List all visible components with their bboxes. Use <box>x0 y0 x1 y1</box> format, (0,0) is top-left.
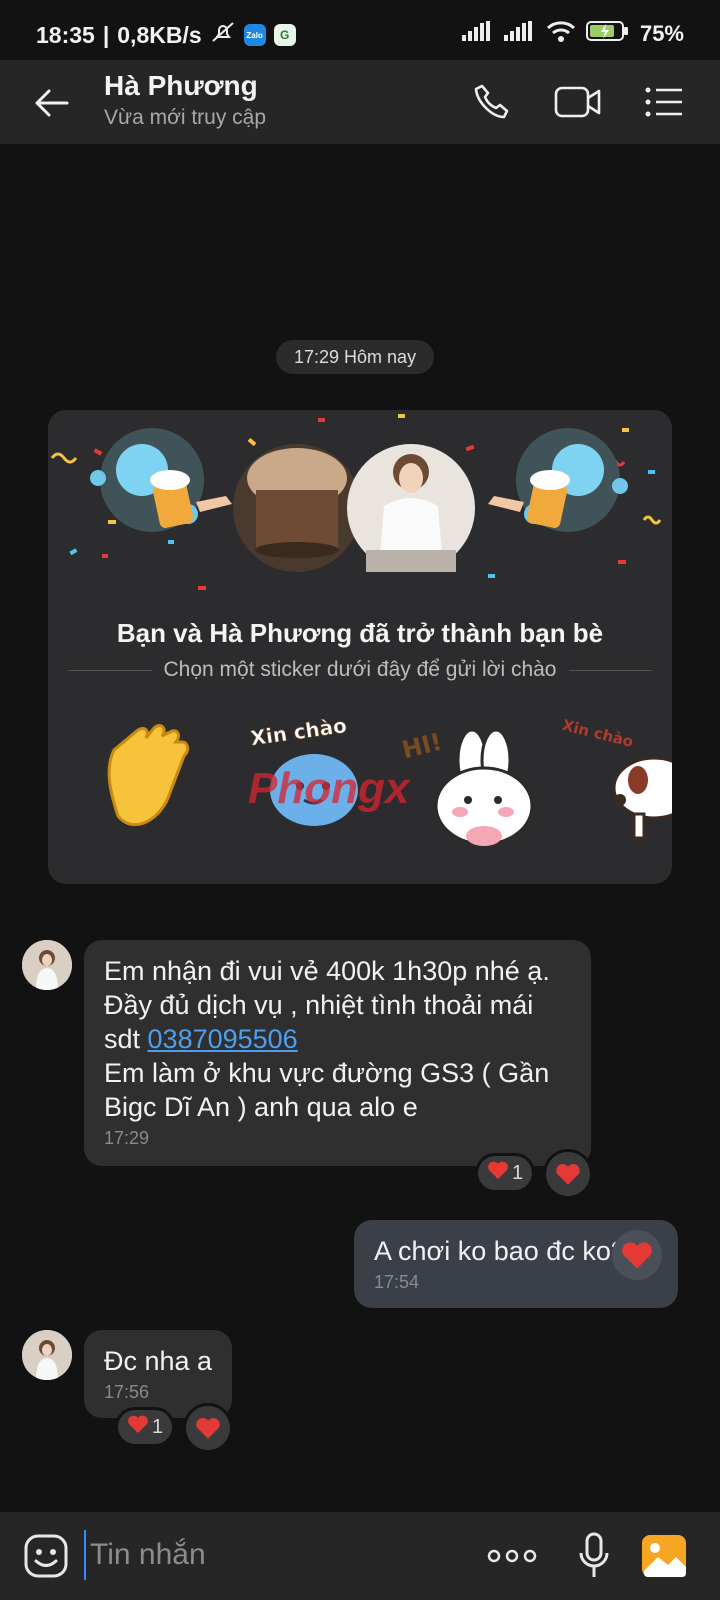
sticker-hi-bunny[interactable]: HI! <box>398 706 538 846</box>
voice-message-button[interactable] <box>572 1530 616 1582</box>
sticker-button[interactable] <box>22 1532 70 1580</box>
chat-menu-button[interactable] <box>638 76 690 128</box>
network-speed: 0,8KB/s <box>117 21 202 48</box>
phone-icon <box>474 84 509 119</box>
watermark-text: Phongx <box>248 764 410 813</box>
heart-icon <box>127 1414 149 1440</box>
chat-header: Hà Phương Vừa mới truy cập <box>0 60 720 144</box>
new-friend-card: Bạn và Hà Phương đã trở thành bạn bè Chọ… <box>48 410 672 884</box>
heart-icon <box>622 1242 652 1269</box>
more-dots-icon <box>487 1549 537 1563</box>
friend-card-subtitle: Chọn một sticker dưới đây để gửi lời chà… <box>68 658 652 682</box>
react-heart-button[interactable] <box>186 1406 230 1450</box>
message-input-bar <box>0 1512 720 1600</box>
zalo-app-icon: Zalo <box>243 24 266 46</box>
heart-icon <box>556 1164 580 1185</box>
sticker-text-xin-chao-2: Xin chào <box>560 716 635 751</box>
contact-photo-avatar <box>347 444 475 572</box>
message-time: 17:29 <box>104 1128 150 1148</box>
video-camera-icon <box>554 86 601 118</box>
back-arrow-icon <box>35 89 69 117</box>
sticker-xin-chao-dog[interactable]: Xin chào <box>558 706 672 846</box>
beer-cheers-left-icon <box>90 428 232 532</box>
reaction-count-pill[interactable]: 1 <box>478 1156 532 1190</box>
contact-name[interactable]: Hà Phương <box>104 70 258 102</box>
contact-photo-coffee <box>233 444 361 572</box>
status-right: 75% <box>461 20 684 48</box>
chat-area[interactable]: 17:29 Hôm nay Bạn và Hà Phương đã trở th… <box>0 144 720 1512</box>
react-heart-button[interactable] <box>546 1152 590 1196</box>
avatar-photo <box>22 1330 72 1380</box>
more-options-button[interactable] <box>484 1536 540 1576</box>
dog-sticker-icon: Xin chào <box>560 716 672 840</box>
reaction-count: 1 <box>511 1161 524 1184</box>
status-left: 18:35 | 0,8KB/s Zalo G <box>36 20 296 50</box>
react-heart-button[interactable] <box>612 1230 662 1280</box>
reaction-count: 1 <box>151 1415 164 1438</box>
status-separator: | <box>102 21 110 48</box>
wifi-icon <box>546 20 576 48</box>
mute-icon <box>210 20 236 50</box>
message-time: 17:54 <box>374 1272 420 1292</box>
message-time: 17:56 <box>104 1382 150 1402</box>
status-time: 18:35 <box>36 21 95 48</box>
divider-line <box>68 669 152 671</box>
microphone-icon <box>579 1532 609 1577</box>
contact-avatar[interactable] <box>22 1330 72 1380</box>
heart-icon <box>487 1160 509 1186</box>
image-gallery-icon <box>642 1535 686 1577</box>
contact-avatar[interactable] <box>22 940 72 990</box>
sticker-smiley-icon <box>24 1534 68 1578</box>
friend-card-title: Bạn và Hà Phương đã trở thành bạn bè <box>116 618 604 648</box>
battery-icon <box>585 20 630 48</box>
sticker-text-hi: HI! <box>399 728 445 765</box>
celebration-banner <box>50 414 662 590</box>
voice-call-button[interactable] <box>466 76 518 128</box>
video-call-button[interactable] <box>552 76 604 128</box>
message-input[interactable] <box>84 1530 464 1580</box>
message-text: Em nhận đi vui vẻ 400k 1h30p nhé ạ. Đầy … <box>104 956 550 1122</box>
avatar-photo <box>22 940 72 990</box>
bunny-sticker-icon: HI! <box>399 728 534 846</box>
gallery-button[interactable] <box>638 1530 690 1582</box>
heart-icon <box>196 1418 220 1439</box>
sticker-text-xin-chao: Xin chào <box>249 713 348 750</box>
friend-card-subtitle-text: Chọn một sticker dưới đây để gửi lời chà… <box>163 658 557 681</box>
message-bubble-incoming[interactable]: Em nhận đi vui vẻ 400k 1h30p nhé ạ. Đầy … <box>84 940 591 1166</box>
green-app-icon: G <box>273 24 296 46</box>
list-menu-icon <box>645 87 682 117</box>
reaction-count-pill[interactable]: 1 <box>118 1410 172 1444</box>
sticker-waving-hand[interactable] <box>98 706 198 846</box>
message-text: Đc nha a <box>104 1346 213 1376</box>
waving-hand-icon <box>107 724 190 827</box>
phone-number-link[interactable]: 0387095506 <box>148 1024 298 1054</box>
beer-cheers-right-icon <box>488 428 628 532</box>
contact-status: Vừa mới truy cập <box>104 106 267 129</box>
signal-icon <box>461 21 494 47</box>
message-bubble-incoming[interactable]: Đc nha a 17:56 <box>84 1330 232 1418</box>
battery-percent: 75% <box>639 21 684 46</box>
status-bar: 18:35 | 0,8KB/s Zalo G 75% <box>0 0 720 60</box>
signal-2-icon <box>503 21 536 47</box>
date-divider: 17:29 Hôm nay <box>276 340 435 374</box>
back-button[interactable] <box>26 78 76 128</box>
divider-line <box>568 669 652 671</box>
